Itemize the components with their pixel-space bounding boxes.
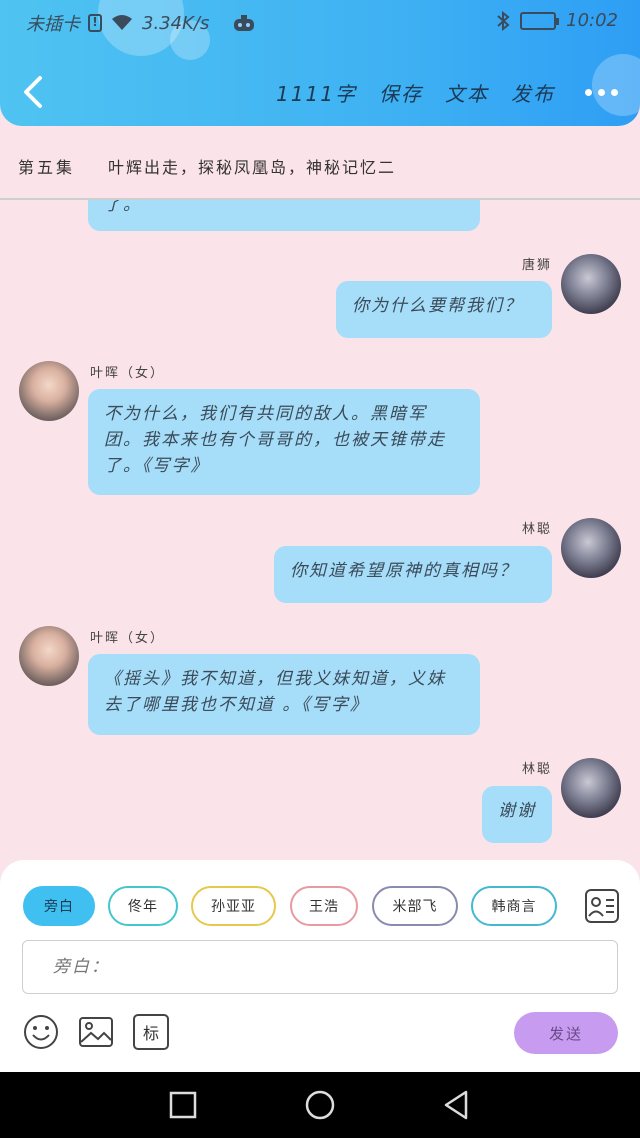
message-text: 谢谢 xyxy=(498,801,536,821)
message-bubble[interactable]: 不为什么，我们有共同的敌人。黑暗军团。我本来也有个哥哥的，也被天锥带走了。《写字… xyxy=(88,389,480,495)
emoji-icon[interactable] xyxy=(23,1014,59,1050)
character-chip[interactable]: 韩商言 xyxy=(471,886,557,926)
more-options-icon[interactable] xyxy=(585,89,618,96)
message-text: 《摇头》我不知道，但我义妹知道，义妹去了哪里我也不知道 。《写字》 xyxy=(104,669,446,715)
chip-label: 旁白 xyxy=(44,899,74,915)
image-icon[interactable] xyxy=(78,1014,114,1050)
top-header: 未插卡 ! 3.34K/s 10:02 1111字 保存 文本 发布 xyxy=(0,0,640,126)
recent-apps-icon[interactable] xyxy=(166,1088,200,1122)
message-text: 了。 xyxy=(104,200,142,215)
home-icon[interactable] xyxy=(303,1088,337,1122)
avatar[interactable] xyxy=(561,254,621,314)
character-chip-narrator[interactable]: 旁白 xyxy=(23,886,95,926)
system-nav-bar xyxy=(0,1072,640,1138)
battery-charging-icon xyxy=(520,11,560,30)
speaker-name: 唐狮 xyxy=(521,258,552,273)
message-bubble[interactable]: 谢谢 xyxy=(482,786,552,843)
carrier-text: 未插卡 xyxy=(26,14,80,35)
character-chip[interactable]: 米部飞 xyxy=(372,886,458,926)
back-arrow-icon[interactable] xyxy=(18,72,48,112)
avatar[interactable] xyxy=(19,626,79,686)
clock-time: 10:02 xyxy=(566,10,618,31)
message-text: 你为什么要帮我们？ xyxy=(352,296,523,316)
publish-button[interactable]: 发布 xyxy=(511,78,555,107)
speaker-name: 林聪 xyxy=(521,522,552,537)
character-chip[interactable]: 佟年 xyxy=(108,886,178,926)
wifi-icon xyxy=(112,15,132,30)
message-text: 不为什么，我们有共同的敌人。黑暗军团。我本来也有个哥哥的，也被天锥带走了。《写字… xyxy=(104,404,446,476)
message-bubble[interactable]: 你知道希望原神的真相吗？ xyxy=(274,546,552,603)
compose-panel: 旁白 佟年 孙亚亚 王浩 米部飞 韩商言 标 发送 xyxy=(0,860,640,1072)
status-bar: 未插卡 ! 3.34K/s 10:02 xyxy=(0,0,640,44)
message-input[interactable] xyxy=(22,940,618,994)
mark-button[interactable]: 标 xyxy=(133,1014,169,1050)
speaker-name: 叶晖（女） xyxy=(90,631,166,646)
chip-label: 米部飞 xyxy=(392,899,438,915)
message-bubble[interactable]: 《摇头》我不知道，但我义妹知道，义妹去了哪里我也不知道 。《写字》 xyxy=(88,654,480,735)
message-bubble[interactable]: 了。 xyxy=(88,200,480,231)
bluetooth-icon xyxy=(497,10,510,31)
mark-label: 标 xyxy=(142,1024,159,1043)
message-list[interactable]: 了。 唐狮 你为什么要帮我们？ 叶晖（女） 不为什么，我们有共同的敌人。黑暗军团… xyxy=(0,200,640,860)
message-bubble[interactable]: 你为什么要帮我们？ xyxy=(336,281,552,338)
chip-label: 王浩 xyxy=(309,899,339,915)
speaker-name: 林聪 xyxy=(521,762,552,777)
send-button[interactable]: 发送 xyxy=(514,1012,618,1054)
save-button[interactable]: 保存 xyxy=(379,78,423,107)
chip-label: 佟年 xyxy=(128,899,158,915)
back-icon[interactable] xyxy=(440,1088,474,1122)
chip-label: 孙亚亚 xyxy=(211,899,256,915)
message-text: 你知道希望原神的真相吗？ xyxy=(290,561,518,581)
editor-toolbar: 1111字 保存 文本 发布 xyxy=(276,78,618,107)
character-chip[interactable]: 王浩 xyxy=(290,886,358,926)
chip-label: 韩商言 xyxy=(491,899,537,915)
character-chip[interactable]: 孙亚亚 xyxy=(191,886,276,926)
episode-number: 第五集 xyxy=(18,158,76,177)
avatar[interactable] xyxy=(19,361,79,421)
game-controller-icon xyxy=(234,15,255,31)
episode-title: 叶辉出走，探秘凤凰岛，神秘记忆二 xyxy=(108,158,397,177)
avatar[interactable] xyxy=(561,518,621,578)
speaker-name: 叶晖（女） xyxy=(90,366,166,381)
avatar[interactable] xyxy=(561,758,621,818)
contact-card-icon[interactable] xyxy=(584,888,620,924)
sim-alert-icon: ! xyxy=(88,14,102,32)
episode-bar[interactable]: 第五集 叶辉出走，探秘凤凰岛，神秘记忆二 xyxy=(0,140,640,200)
network-speed: 3.34K/s xyxy=(142,12,210,34)
word-count: 1111字 xyxy=(276,82,357,106)
text-button[interactable]: 文本 xyxy=(445,78,489,107)
